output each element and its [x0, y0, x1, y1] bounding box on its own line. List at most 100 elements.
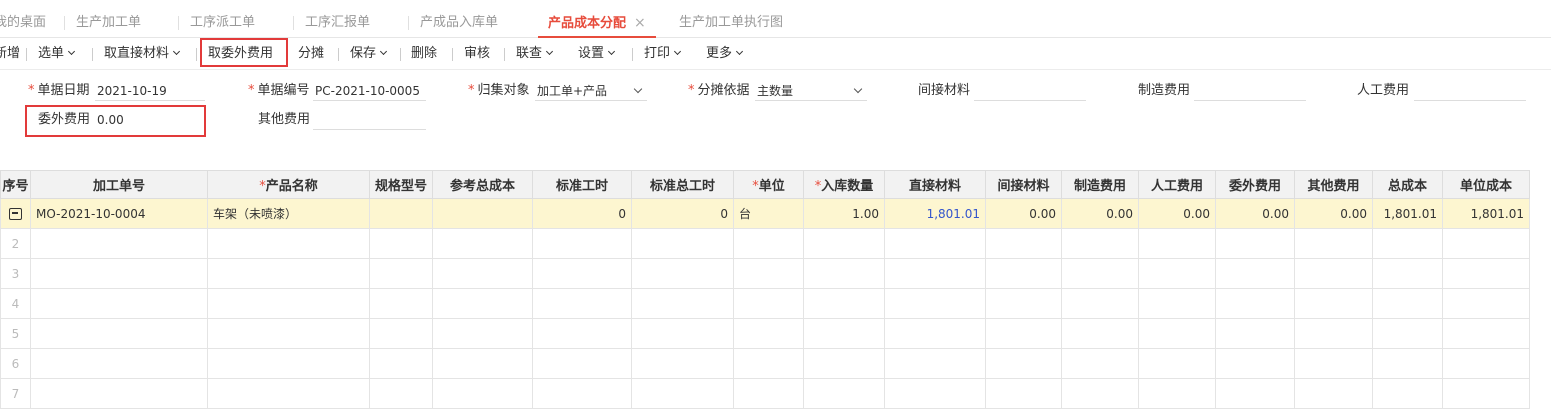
unit-cell[interactable]: 台	[733, 198, 804, 229]
alloc-basis-select[interactable]: 主数量	[755, 81, 867, 101]
row-seq: 4	[0, 288, 31, 319]
chevron-down-icon	[673, 47, 682, 56]
link-query-button[interactable]: 联查	[516, 38, 554, 70]
spec-cell[interactable]	[369, 198, 433, 229]
select-order-label: 选单	[38, 46, 65, 61]
toolbar: 新增 选单 取直接材料 取委外费用 分摊 保存 删除 审核 联查 设置 打印 更…	[0, 38, 1551, 70]
outsourcing-cell[interactable]: 0.00	[1215, 198, 1295, 229]
doc-no-field[interactable]: PC-2021-10-0005	[313, 81, 426, 101]
std-hours-cell[interactable]: 0	[532, 198, 632, 229]
manufacturing-cost-field[interactable]	[1194, 81, 1306, 101]
row-action-cell[interactable]	[0, 198, 31, 229]
product-cell[interactable]: 车架（未喷漆）	[207, 198, 370, 229]
total-cost-cell[interactable]: 1,801.01	[1372, 198, 1443, 229]
table-row[interactable]: 6	[0, 348, 1530, 379]
col-order-no: 加工单号	[30, 170, 208, 199]
toolbar-divider	[26, 48, 27, 61]
table-row[interactable]: 4	[0, 288, 1530, 319]
tab-process-report[interactable]: 工序汇报单	[305, 9, 370, 37]
settings-button[interactable]: 设置	[578, 38, 616, 70]
audit-button[interactable]: 审核	[464, 38, 490, 70]
table-row[interactable]: 2	[0, 228, 1530, 259]
col-total-cost: 总成本	[1372, 170, 1443, 199]
add-button[interactable]: 新增	[0, 38, 20, 70]
toolbar-divider	[632, 48, 633, 61]
table-row[interactable]: MO-2021-10-0004 车架（未喷漆） 0 0 台 1.00 1,801…	[0, 198, 1530, 229]
qty-cell[interactable]: 1.00	[803, 198, 885, 229]
tab-production-order[interactable]: 生产加工单	[76, 9, 141, 37]
table-header-row: 序号 加工单号 *产品名称 规格型号 参考总成本 标准工时 标准总工时 *单位 …	[0, 170, 1530, 199]
tab-finished-goods-inbound[interactable]: 产成品入库单	[420, 9, 498, 37]
table-row[interactable]: 7	[0, 378, 1530, 409]
collect-target-label: * 归集对象	[468, 83, 530, 98]
delete-button[interactable]: 删除	[411, 38, 437, 70]
other-cost-field[interactable]	[313, 110, 426, 130]
chevron-down-icon	[545, 47, 554, 56]
more-label: 更多	[706, 46, 733, 61]
fetch-direct-material-label: 取直接材料	[104, 46, 170, 61]
col-seq: 序号	[0, 170, 31, 199]
ref-total-cell[interactable]	[432, 198, 533, 229]
tab-production-order-chart[interactable]: 生产加工单执行图	[679, 9, 783, 37]
mfg-cost-cell[interactable]: 0.00	[1061, 198, 1139, 229]
col-direct-material: 直接材料	[884, 170, 986, 199]
chevron-down-icon	[735, 47, 744, 56]
select-order-button[interactable]: 选单	[38, 38, 76, 70]
col-labor-cost: 人工费用	[1138, 170, 1216, 199]
table-row[interactable]: 5	[0, 318, 1530, 349]
doc-date-field[interactable]: 2021-10-19	[95, 81, 205, 101]
chevron-down-icon	[607, 47, 616, 56]
col-std-hours: 标准工时	[532, 170, 632, 199]
collect-target-select[interactable]: 加工单+产品	[535, 81, 647, 101]
doc-date-label: * 单据日期	[28, 83, 90, 98]
alloc-basis-value: 主数量	[757, 84, 794, 98]
indirect-material-field[interactable]	[974, 81, 1086, 101]
col-mfg-cost: 制造费用	[1061, 170, 1139, 199]
col-spec: 规格型号	[369, 170, 433, 199]
fetch-direct-material-button[interactable]: 取直接材料	[104, 38, 181, 70]
chevron-down-icon	[379, 47, 388, 56]
other-cost-label: 其他费用	[258, 112, 311, 127]
unit-cost-cell[interactable]: 1,801.01	[1442, 198, 1530, 229]
close-icon[interactable]: ×	[634, 15, 646, 31]
toolbar-divider	[92, 48, 93, 61]
indirect-material-cell[interactable]: 0.00	[985, 198, 1062, 229]
allocate-button[interactable]: 分摊	[298, 38, 324, 70]
tab-label: 产品成本分配	[548, 16, 627, 31]
other-cell[interactable]: 0.00	[1294, 198, 1373, 229]
doc-no-label: * 单据编号	[248, 83, 310, 98]
row-seq: 5	[0, 318, 31, 349]
toolbar-divider	[400, 48, 401, 61]
tab-product-cost-allocation[interactable]: 产品成本分配 ×	[538, 9, 656, 38]
labor-cost-label: 人工费用	[1357, 83, 1410, 98]
toolbar-divider	[338, 48, 339, 61]
tab-divider	[178, 16, 179, 30]
tab-process-dispatch[interactable]: 工序派工单	[190, 9, 255, 37]
highlight-box	[25, 105, 206, 137]
tab-divider	[64, 16, 65, 30]
save-button[interactable]: 保存	[350, 38, 388, 70]
toolbar-divider	[504, 48, 505, 61]
col-outsourcing-cost: 委外费用	[1215, 170, 1295, 199]
tab-divider	[408, 16, 409, 30]
more-button[interactable]: 更多	[706, 38, 744, 70]
link-query-label: 联查	[516, 46, 543, 61]
toolbar-divider	[452, 48, 453, 61]
row-seq: 3	[0, 258, 31, 289]
row-menu-icon[interactable]	[9, 208, 22, 220]
settings-label: 设置	[578, 46, 605, 61]
labor-cell[interactable]: 0.00	[1138, 198, 1216, 229]
col-unit: *单位	[733, 170, 804, 199]
labor-cost-field[interactable]	[1414, 81, 1526, 101]
table-row[interactable]: 3	[0, 258, 1530, 289]
indirect-material-label: 间接材料	[918, 83, 971, 98]
tab-divider	[293, 16, 294, 30]
row-seq: 7	[0, 378, 31, 409]
tab-my-desktop[interactable]: 我的桌面	[0, 9, 46, 37]
direct-material-cell[interactable]: 1,801.01	[884, 198, 986, 229]
std-total-hours-cell[interactable]: 0	[631, 198, 734, 229]
order-no-cell[interactable]: MO-2021-10-0004	[30, 198, 208, 229]
col-ref-total-cost: 参考总成本	[432, 170, 533, 199]
col-unit-cost: 单位成本	[1442, 170, 1530, 199]
print-button[interactable]: 打印	[644, 38, 682, 70]
